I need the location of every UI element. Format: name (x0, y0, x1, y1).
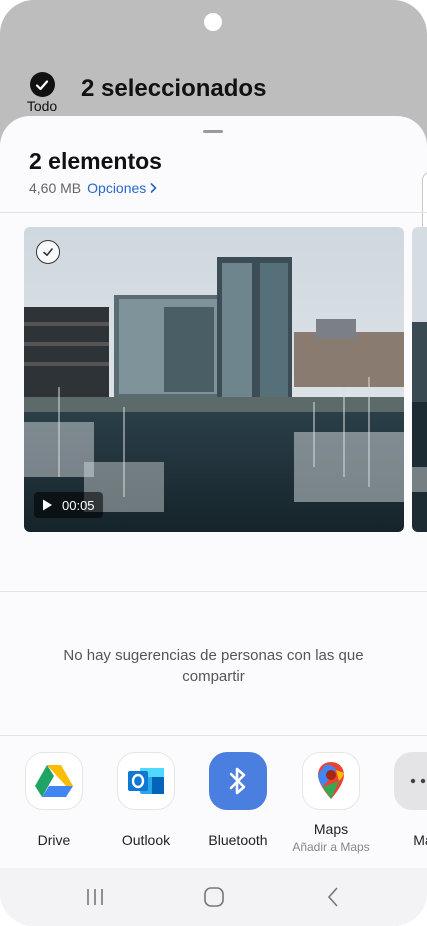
more-icon (394, 752, 427, 810)
video-thumbnail[interactable]: 00:05 (24, 227, 404, 532)
outlook-icon (117, 752, 175, 810)
recents-icon[interactable] (80, 885, 110, 909)
share-app-more[interactable]: Ma (376, 752, 427, 848)
share-app-maps[interactable]: Maps Añadir a Maps (284, 752, 378, 854)
options-label: Opciones (87, 180, 147, 196)
drag-handle[interactable] (203, 130, 223, 133)
play-icon (43, 499, 52, 511)
google-drive-icon (25, 752, 83, 810)
next-thumbnail[interactable] (412, 227, 427, 532)
harbor-image-peek (412, 227, 427, 532)
app-label: Bluetooth (208, 832, 268, 848)
divider (0, 591, 427, 592)
select-all-toggle[interactable]: Todo (24, 72, 60, 116)
divider (0, 212, 427, 213)
share-app-bluetooth[interactable]: Bluetooth (191, 752, 285, 848)
divider (0, 735, 427, 736)
sheet-title: 2 elementos (29, 148, 162, 174)
video-duration-badge: 00:05 (34, 492, 103, 518)
selected-check-icon[interactable] (36, 240, 60, 264)
share-app-drive[interactable]: Drive (7, 752, 101, 848)
navigation-bar (0, 868, 427, 926)
app-label: Outlook (121, 832, 171, 848)
sheet-subtitle: 4,60 MB Opciones (29, 180, 158, 196)
harbor-image (24, 227, 404, 532)
home-icon[interactable] (199, 885, 229, 909)
app-label: Drive (37, 832, 71, 848)
select-all-label: Todo (26, 98, 58, 114)
app-sublabel: Añadir a Maps (292, 840, 370, 854)
camera-cutout (204, 13, 222, 31)
duration-text: 00:05 (62, 497, 95, 513)
back-icon[interactable] (318, 885, 348, 909)
bluetooth-icon (209, 752, 267, 810)
options-link[interactable]: Opciones (87, 180, 158, 196)
share-apps-row: Drive Outlook Bluetooth Maps Añadir a Ma… (0, 752, 427, 872)
selected-count-title: 2 seleccionados (81, 75, 267, 102)
no-suggestions-text: No hay sugerencias de personas con las q… (63, 647, 364, 685)
share-sheet: 2 elementos 4,60 MB Opciones 00:05 No ha… (0, 116, 427, 926)
chevron-right-icon (150, 182, 157, 194)
phone-screen: Todo 2 seleccionados 2 elementos 4,60 MB… (0, 0, 427, 926)
google-maps-icon (302, 752, 360, 810)
total-size: 4,60 MB (29, 180, 82, 196)
check-icon (29, 72, 55, 97)
app-label: Ma (413, 832, 427, 848)
share-app-outlook[interactable]: Outlook (99, 752, 193, 848)
app-label: Maps (313, 821, 349, 837)
